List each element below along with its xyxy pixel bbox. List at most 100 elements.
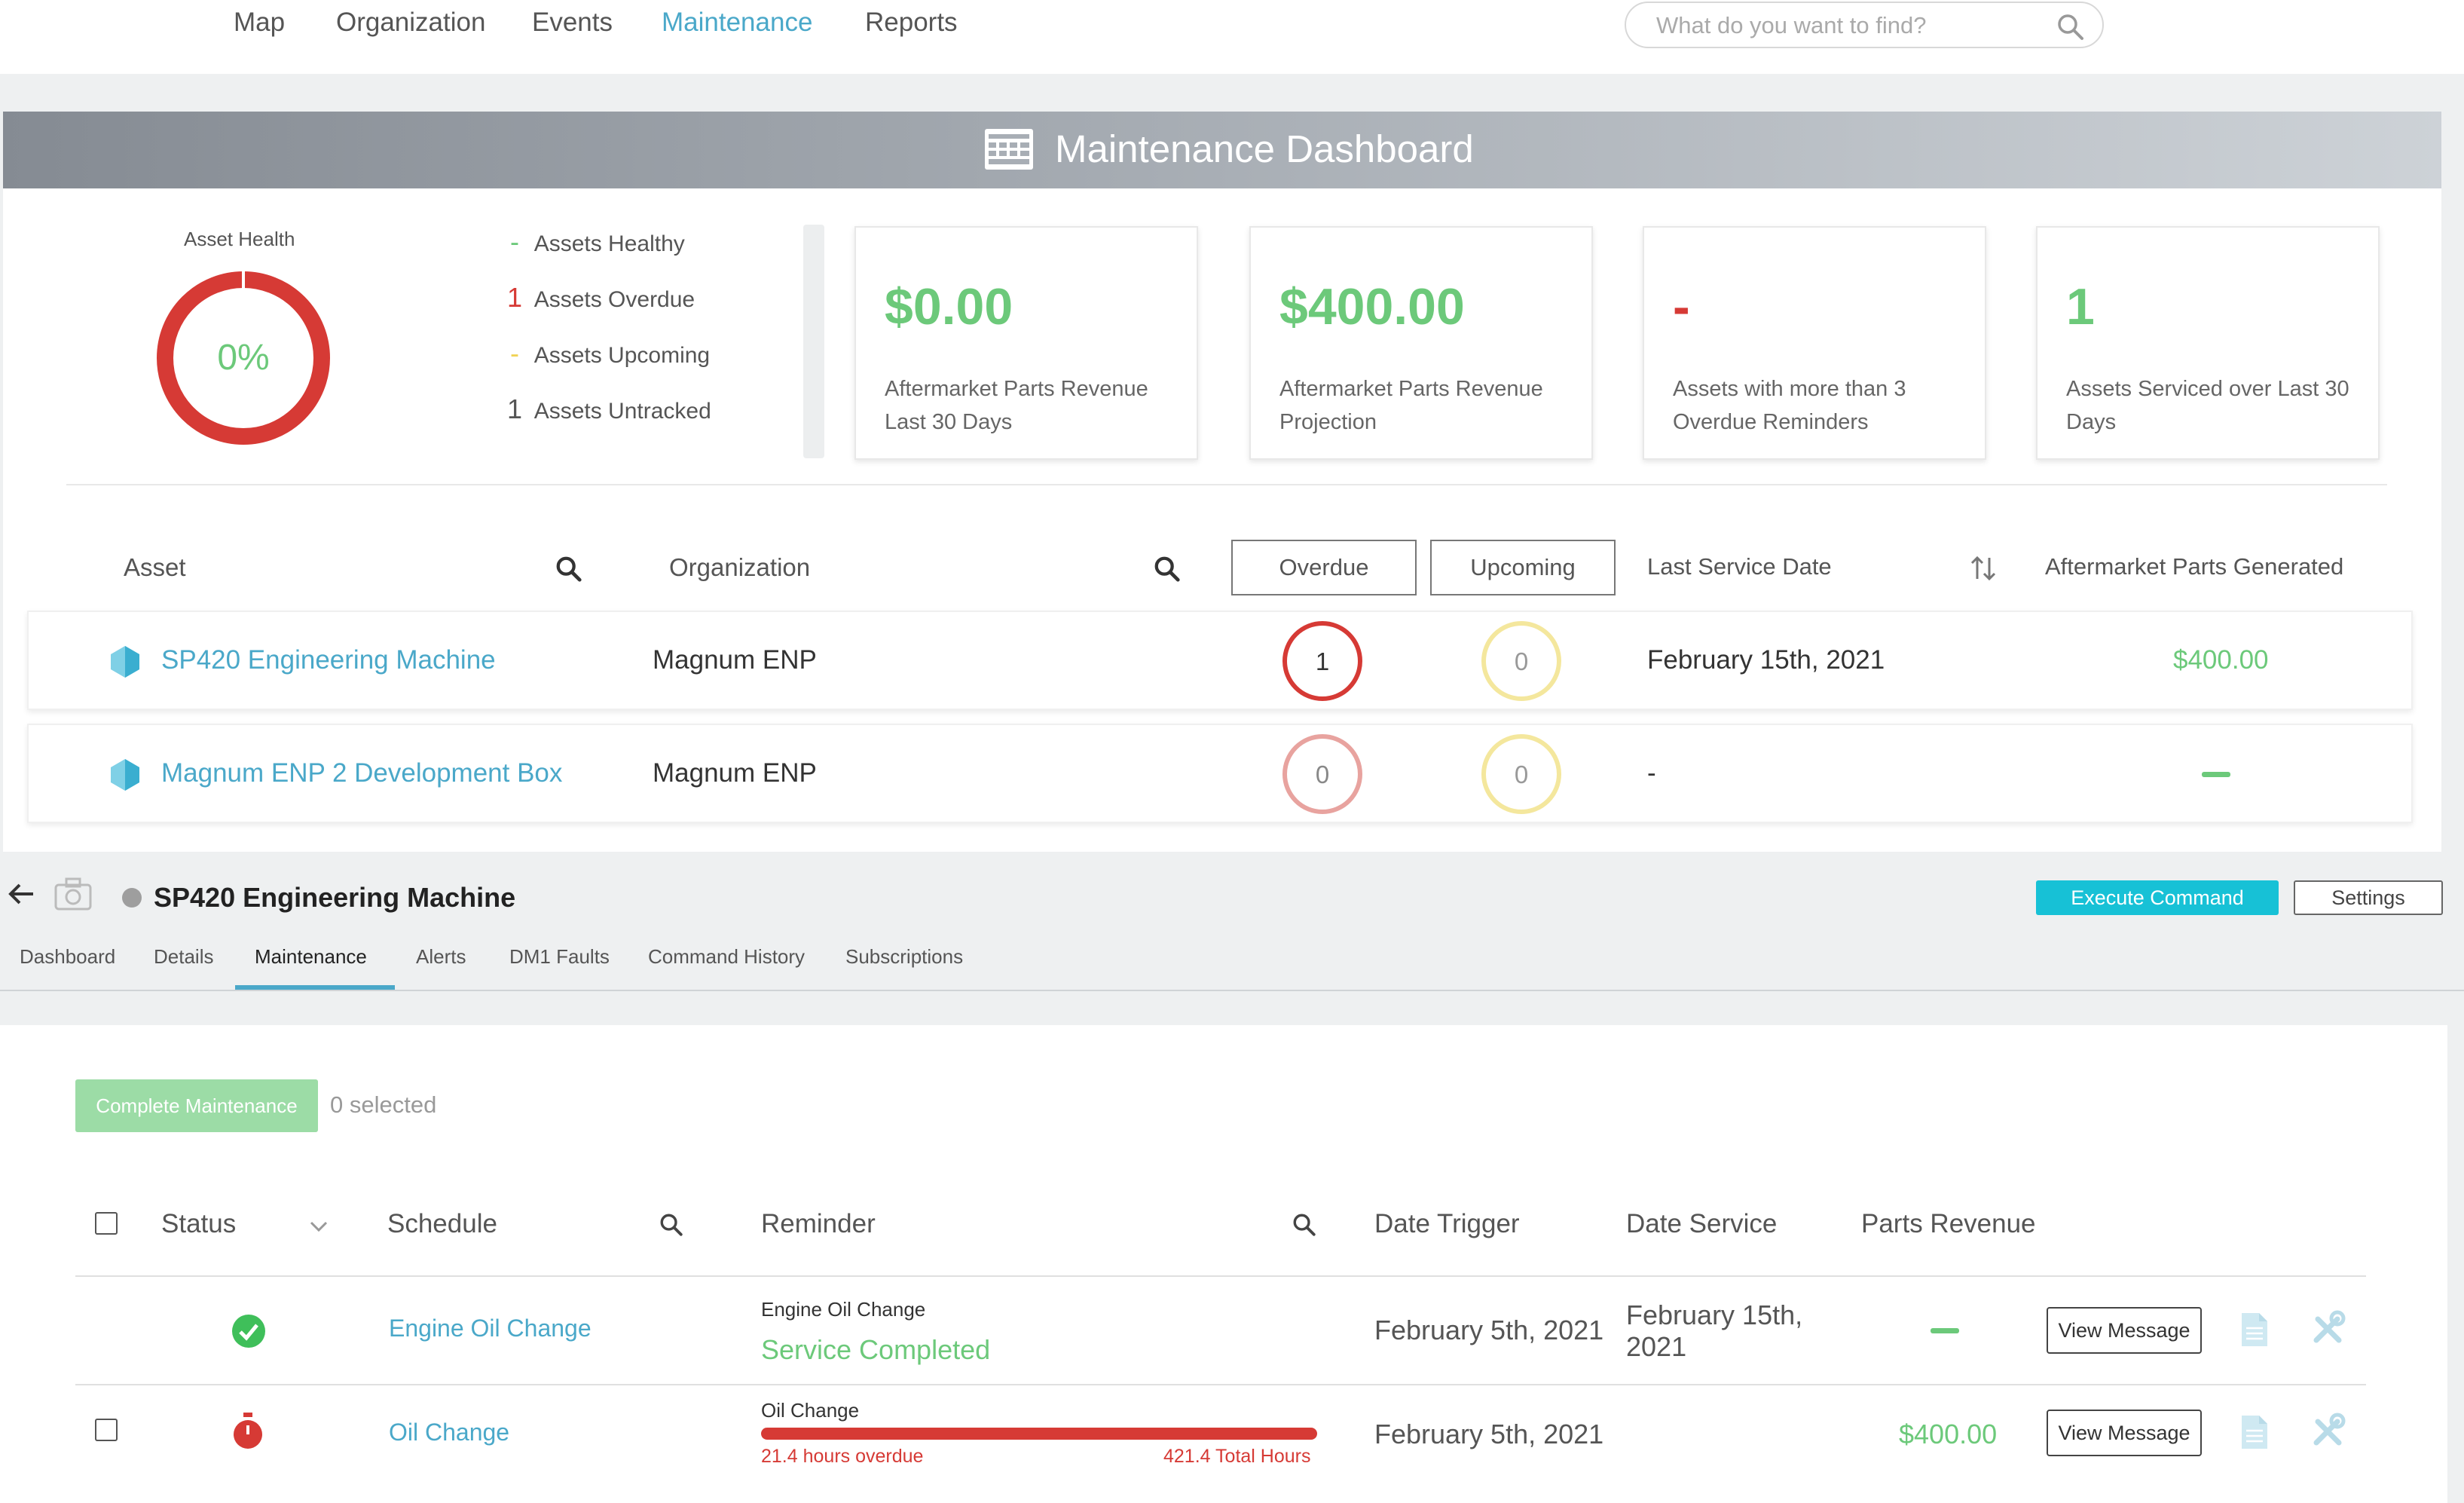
document-icon[interactable] bbox=[2239, 1414, 2270, 1450]
asset-health-percent: 0% bbox=[217, 338, 269, 378]
date-trigger: February 5th, 2021 bbox=[1374, 1315, 1604, 1345]
upcoming-count-badge[interactable]: 0 bbox=[1481, 734, 1561, 814]
nav-item-map[interactable]: Map bbox=[234, 8, 285, 38]
chevron-down-icon[interactable] bbox=[307, 1215, 330, 1238]
asset-health-title: Asset Health bbox=[184, 228, 295, 250]
parts-generated-value: $400.00 bbox=[2173, 645, 2269, 675]
tab-maintenance[interactable]: Maintenance bbox=[255, 945, 367, 969]
select-all-checkbox[interactable] bbox=[95, 1212, 118, 1235]
complete-maintenance-button[interactable]: Complete Maintenance bbox=[75, 1079, 318, 1132]
last-service-date: February 15th, 2021 bbox=[1647, 645, 1885, 675]
reminder-title: Engine Oil Change bbox=[761, 1298, 926, 1321]
legend-overdue-count: 1 bbox=[506, 282, 523, 313]
no-value-dash bbox=[1931, 1328, 1959, 1333]
parts-revenue-value: $400.00 bbox=[1899, 1419, 1998, 1449]
document-icon[interactable] bbox=[2239, 1312, 2270, 1348]
kpi-label: Assets Serviced over Last 30 Days bbox=[2066, 377, 2349, 434]
kpi-label: Assets with more than 3 Overdue Reminder… bbox=[1673, 377, 1906, 434]
overdue-count-badge[interactable]: 1 bbox=[1282, 621, 1362, 701]
overdue-filter-button[interactable]: Overdue bbox=[1231, 540, 1417, 595]
nav-item-events[interactable]: Events bbox=[532, 8, 613, 38]
schedule-link[interactable]: Oil Change bbox=[389, 1419, 509, 1446]
organization-column-header: Organization bbox=[669, 553, 811, 581]
search-icon[interactable] bbox=[2056, 12, 2086, 42]
wrench-screwdriver-icon[interactable] bbox=[2309, 1310, 2346, 1348]
stopwatch-overdue-icon bbox=[234, 1413, 262, 1449]
legend-healthy: - Assets Healthy bbox=[500, 226, 685, 258]
asset-search-icon[interactable] bbox=[555, 555, 583, 583]
asset-detail-header bbox=[0, 853, 2464, 995]
schedule-column-header: Schedule bbox=[387, 1209, 497, 1238]
asset-link[interactable]: Magnum ENP 2 Development Box bbox=[161, 758, 562, 788]
legend-upcoming-label: Assets Upcoming bbox=[533, 343, 711, 368]
kpi-label: Aftermarket Parts Revenue Last 30 Days bbox=[885, 377, 1148, 434]
search-box bbox=[1625, 2, 2104, 48]
schedule-link[interactable]: Engine Oil Change bbox=[389, 1315, 592, 1342]
legend-overdue-label: Assets Overdue bbox=[533, 287, 695, 312]
view-message-button[interactable]: View Message bbox=[2047, 1307, 2202, 1354]
upcoming-filter-button[interactable]: Upcoming bbox=[1430, 540, 1616, 595]
reminder-search-icon[interactable] bbox=[1292, 1212, 1317, 1238]
kpi-card-revenue-projection: $400.00 Aftermarket Parts Revenue Projec… bbox=[1249, 226, 1593, 460]
total-hours-text: 421.4 Total Hours bbox=[1163, 1446, 1311, 1467]
legend-upcoming: - Assets Upcoming bbox=[500, 338, 710, 369]
kpi-value: 1 bbox=[2066, 278, 2095, 335]
summary-scrollbar[interactable] bbox=[803, 225, 824, 458]
tab-details[interactable]: Details bbox=[154, 945, 213, 969]
date-trigger: February 5th, 2021 bbox=[1374, 1419, 1604, 1449]
tab-alerts[interactable]: Alerts bbox=[416, 945, 466, 969]
asset-hexagon-icon bbox=[111, 759, 139, 791]
tab-dm1-faults[interactable]: DM1 Faults bbox=[509, 945, 610, 969]
table-row[interactable]: SP420 Engineering Machine Magnum ENP 1 0… bbox=[27, 611, 2413, 710]
last-service-column-header: Last Service Date bbox=[1647, 553, 1832, 580]
legend-healthy-label: Assets Healthy bbox=[533, 231, 685, 256]
divider bbox=[66, 484, 2387, 485]
dashboard-header: Maintenance Dashboard bbox=[3, 112, 2441, 188]
nav-item-maintenance[interactable]: Maintenance bbox=[662, 8, 812, 38]
table-row[interactable]: Magnum ENP 2 Development Box Magnum ENP … bbox=[27, 724, 2413, 823]
asset-hexagon-icon bbox=[111, 646, 139, 678]
overdue-count-badge[interactable]: 0 bbox=[1282, 734, 1362, 814]
kpi-value: $0.00 bbox=[885, 278, 1013, 335]
parts-generated-column-header: Aftermarket Parts Generated bbox=[2045, 553, 2344, 580]
organization-search-icon[interactable] bbox=[1153, 555, 1182, 583]
selected-count: 0 selected bbox=[330, 1091, 437, 1118]
row-checkbox[interactable] bbox=[95, 1419, 118, 1441]
nav-item-organization[interactable]: Organization bbox=[336, 8, 485, 38]
wrench-screwdriver-icon[interactable] bbox=[2309, 1413, 2346, 1450]
tab-subscriptions[interactable]: Subscriptions bbox=[845, 945, 963, 969]
legend-upcoming-count: - bbox=[510, 338, 519, 369]
schedule-search-icon[interactable] bbox=[659, 1212, 684, 1238]
date-service: February 15th, 2021 bbox=[1626, 1299, 1803, 1362]
upcoming-count-badge[interactable]: 0 bbox=[1481, 621, 1561, 701]
back-arrow-icon[interactable] bbox=[6, 879, 36, 909]
legend-untracked-label: Assets Untracked bbox=[533, 399, 711, 424]
kpi-label: Aftermarket Parts Revenue Projection bbox=[1279, 377, 1543, 434]
nav-item-reports[interactable]: Reports bbox=[865, 8, 958, 38]
kpi-card-revenue-30-days: $0.00 Aftermarket Parts Revenue Last 30 … bbox=[854, 226, 1198, 460]
settings-button[interactable]: Settings bbox=[2294, 880, 2443, 915]
sort-icon[interactable] bbox=[1968, 553, 1998, 583]
overdue-hours-text: 21.4 hours overdue bbox=[761, 1446, 924, 1467]
asset-status-dot bbox=[122, 888, 142, 908]
reminder-title: Oil Change bbox=[761, 1399, 860, 1422]
tab-command-history[interactable]: Command History bbox=[648, 945, 805, 969]
search-input[interactable] bbox=[1656, 11, 2048, 41]
last-service-date: - bbox=[1647, 758, 1656, 788]
reminder-status: Service Completed bbox=[761, 1334, 991, 1365]
date-trigger-column-header: Date Trigger bbox=[1374, 1209, 1520, 1238]
legend-healthy-count: - bbox=[510, 226, 519, 257]
no-value-dash bbox=[2202, 772, 2230, 777]
kpi-card-overdue-reminders: - Assets with more than 3 Overdue Remind… bbox=[1643, 226, 1986, 460]
divider bbox=[0, 990, 2464, 991]
asset-organization: Magnum ENP bbox=[653, 758, 817, 788]
execute-command-button[interactable]: Execute Command bbox=[2036, 880, 2279, 915]
divider bbox=[75, 1275, 2366, 1277]
asset-link[interactable]: SP420 Engineering Machine bbox=[161, 645, 496, 675]
asset-health-ring: 0% bbox=[157, 271, 330, 445]
top-navigation: Map Organization Events Maintenance Repo… bbox=[0, 0, 2464, 74]
tab-dashboard[interactable]: Dashboard bbox=[20, 945, 115, 969]
view-message-button[interactable]: View Message bbox=[2047, 1410, 2202, 1456]
asset-title: SP420 Engineering Machine bbox=[154, 882, 516, 913]
overdue-progress-bar bbox=[761, 1428, 1317, 1440]
